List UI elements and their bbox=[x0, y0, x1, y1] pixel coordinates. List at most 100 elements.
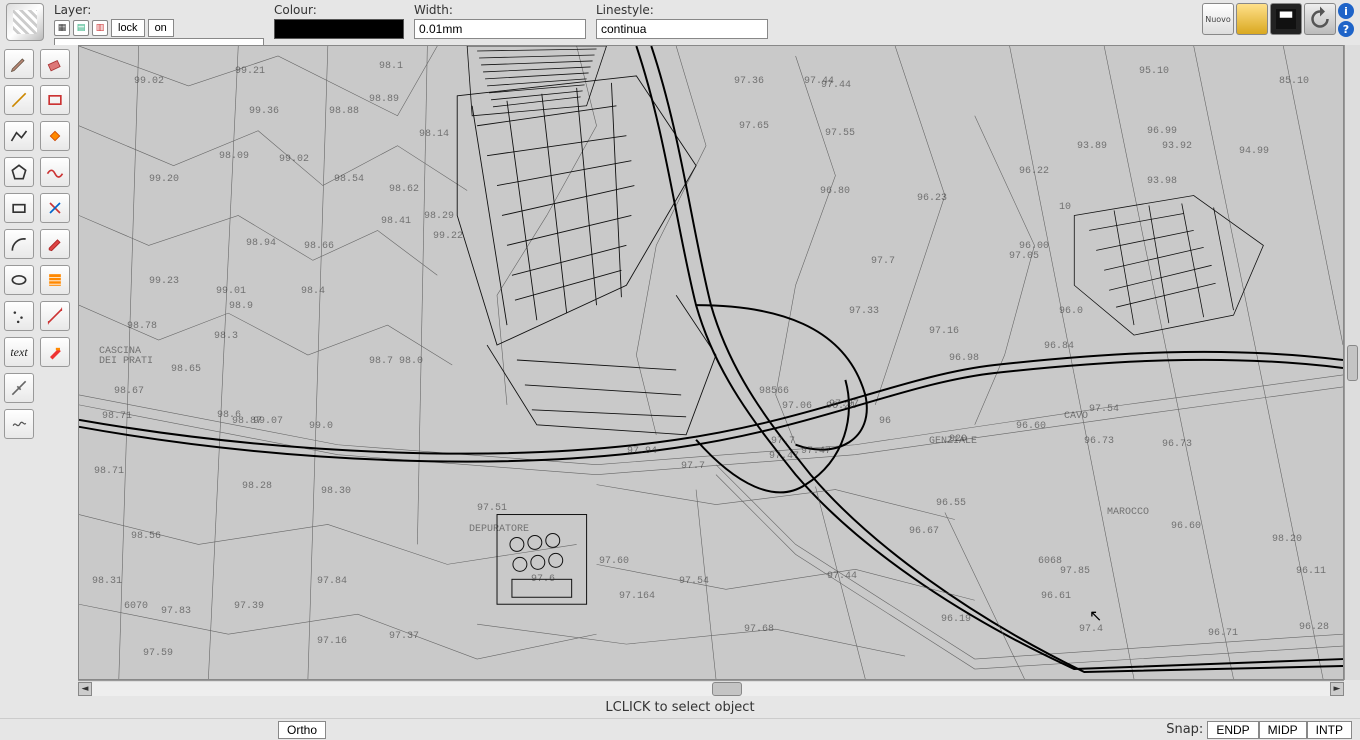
ellipse-tool[interactable] bbox=[4, 265, 34, 295]
split-tool[interactable] bbox=[4, 373, 34, 403]
layer-icon-1[interactable]: ▦ bbox=[54, 20, 70, 36]
elevation-label: 98.65 bbox=[171, 364, 201, 375]
elevation-label: 98.29 bbox=[424, 211, 454, 222]
elevation-label: 98.66 bbox=[304, 241, 334, 252]
elevation-label: 98.7 bbox=[369, 356, 393, 367]
linestyle-group: Linestyle: bbox=[596, 3, 768, 39]
elevation-label: 97.85 bbox=[1060, 566, 1090, 577]
brush-tool[interactable] bbox=[40, 229, 70, 259]
elevation-label: 93.92 bbox=[1162, 141, 1192, 152]
elevation-label: 97.16 bbox=[317, 636, 347, 647]
info-button[interactable]: i bbox=[1338, 3, 1354, 19]
drawing-canvas[interactable]: 99.0299.2198.198.8999.3698.8898.1498.099… bbox=[78, 45, 1344, 680]
rect-tool[interactable] bbox=[4, 193, 34, 223]
arc-tool[interactable] bbox=[4, 229, 34, 259]
elevation-label: 94.99 bbox=[1239, 146, 1269, 157]
refresh-button[interactable] bbox=[1304, 3, 1336, 35]
width-input[interactable] bbox=[414, 19, 586, 39]
elevation-label: 98.41 bbox=[381, 216, 411, 227]
horizontal-scrollbar[interactable]: ◄ ► bbox=[78, 680, 1344, 696]
elevation-label: 96.55 bbox=[936, 498, 966, 509]
snap-label: Snap: bbox=[1166, 722, 1203, 737]
elevation-label: 97.164 bbox=[619, 591, 655, 602]
elevation-label: 96.80 bbox=[820, 186, 850, 197]
polygon-tool[interactable] bbox=[4, 157, 34, 187]
new-button[interactable]: Nuovo bbox=[1202, 3, 1234, 35]
elevation-label: 97.36 bbox=[734, 76, 764, 87]
elevation-label: 96.21 bbox=[826, 401, 856, 412]
elevation-label: 97.7 bbox=[771, 436, 795, 447]
rect-red-tool[interactable] bbox=[40, 85, 70, 115]
colour-group: Colour: bbox=[274, 3, 404, 39]
vscroll-thumb[interactable] bbox=[1347, 345, 1358, 381]
line-tool[interactable] bbox=[4, 85, 34, 115]
elevation-label: 97.7 bbox=[681, 461, 705, 472]
elevation-label: 98.88 bbox=[329, 106, 359, 117]
elevation-label: 98.56 bbox=[131, 531, 161, 542]
layer-lock-button[interactable]: lock bbox=[111, 19, 145, 37]
text-tool[interactable]: text bbox=[4, 337, 34, 367]
elevation-label: 98.30 bbox=[321, 486, 351, 497]
elevation-label: 97.60 bbox=[599, 556, 629, 567]
elevation-label: 97.6 bbox=[531, 574, 555, 585]
elevation-label: 98566 bbox=[759, 386, 789, 397]
elevation-label: 97.16 bbox=[929, 326, 959, 337]
hscroll-right-arrow[interactable]: ► bbox=[1330, 682, 1344, 696]
cut-tool[interactable] bbox=[40, 193, 70, 223]
elevation-label: 97.06 bbox=[782, 401, 812, 412]
elevation-label: 96.67 bbox=[909, 526, 939, 537]
elevation-label: 98.9 bbox=[229, 301, 253, 312]
elevation-label: 97.39 bbox=[234, 601, 264, 612]
scribble-tool[interactable] bbox=[4, 409, 34, 439]
app-logo bbox=[6, 3, 44, 41]
elevation-label: 98.62 bbox=[389, 184, 419, 195]
polyline-tool[interactable] bbox=[4, 121, 34, 151]
help-button[interactable]: ? bbox=[1338, 21, 1354, 37]
elevation-label: 97.59 bbox=[143, 648, 173, 659]
layer-icon-2[interactable]: ▤ bbox=[73, 20, 89, 36]
vertical-scrollbar[interactable] bbox=[1344, 45, 1360, 680]
hscroll-left-arrow[interactable]: ◄ bbox=[78, 682, 92, 696]
eraser-tool[interactable] bbox=[40, 49, 70, 79]
layer-icon-3[interactable]: ▥ bbox=[92, 20, 108, 36]
snap-midp-button[interactable]: MIDP bbox=[1259, 721, 1307, 739]
layer-label: Layer: bbox=[54, 3, 264, 17]
elevation-label: 97.4 bbox=[1079, 624, 1103, 635]
elevation-label: 98.78 bbox=[127, 321, 157, 332]
pencil-tool[interactable] bbox=[4, 49, 34, 79]
elevation-label: 10 bbox=[1059, 202, 1071, 213]
hatch-tool[interactable] bbox=[40, 265, 70, 295]
elevation-label: 97.44 bbox=[821, 80, 851, 91]
elevation-label: 97.37 bbox=[389, 631, 419, 642]
width-label: Width: bbox=[414, 3, 586, 17]
elevation-label: 97.84 bbox=[317, 576, 347, 587]
elevation-label: 99.21 bbox=[235, 66, 265, 77]
elevation-label: 97.68 bbox=[744, 624, 774, 635]
elevation-label: 96.23 bbox=[917, 193, 947, 204]
snap-intp-button[interactable]: INTP bbox=[1307, 721, 1352, 739]
elevation-label: 97.33 bbox=[849, 306, 879, 317]
elevation-label: CAVO bbox=[1064, 411, 1088, 422]
save-button[interactable] bbox=[1270, 3, 1302, 35]
snap-endp-button[interactable]: ENDP bbox=[1207, 721, 1258, 739]
linestyle-input[interactable] bbox=[596, 19, 768, 39]
hscroll-thumb[interactable] bbox=[712, 682, 742, 696]
elevation-label: 97.51 bbox=[477, 503, 507, 514]
elevation-label: 97.47 bbox=[769, 451, 799, 462]
colour-swatch[interactable] bbox=[274, 19, 404, 39]
elevation-label: 96.60 bbox=[1171, 521, 1201, 532]
status-message: LCLICK to select object bbox=[605, 700, 754, 715]
ortho-button[interactable]: Ortho bbox=[278, 721, 326, 739]
measure-tool[interactable] bbox=[40, 301, 70, 331]
points-tool[interactable] bbox=[4, 301, 34, 331]
paint-tool[interactable] bbox=[40, 337, 70, 367]
elevation-label: 98.71 bbox=[94, 466, 124, 477]
elevation-label: 93.98 bbox=[1147, 176, 1177, 187]
wave-tool[interactable] bbox=[40, 157, 70, 187]
open-button[interactable] bbox=[1236, 3, 1268, 35]
diamond-tool[interactable] bbox=[40, 121, 70, 151]
layer-on-button[interactable]: on bbox=[148, 19, 174, 37]
elevation-label: 96.11 bbox=[1296, 566, 1326, 577]
elevation-label: GENZIALE bbox=[929, 436, 977, 447]
elevation-label: 97.54 bbox=[1089, 404, 1119, 415]
